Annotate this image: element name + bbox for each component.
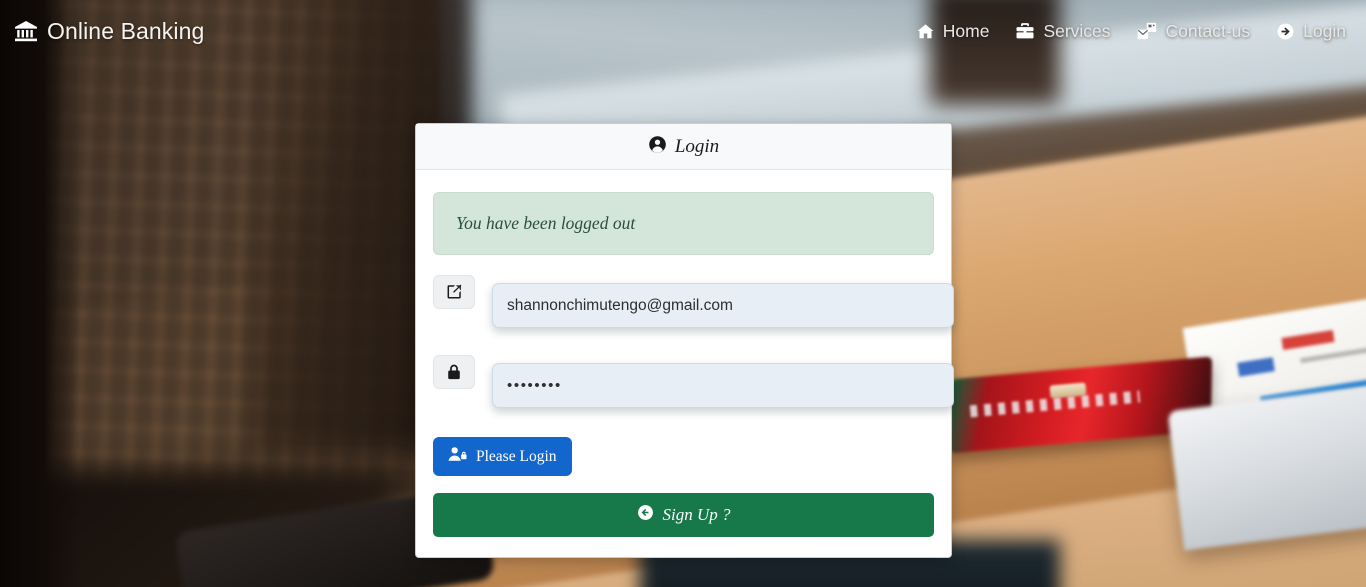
nav-item-services-label: Services bbox=[1043, 20, 1111, 41]
arrow-circle-left-icon bbox=[637, 504, 654, 526]
sign-up-button-label: Sign Up ? bbox=[662, 505, 731, 524]
nav-item-contact-us[interactable]: Contact-us bbox=[1137, 20, 1251, 42]
please-login-button-label: Please Login bbox=[476, 447, 557, 465]
toolbox-icon bbox=[1015, 21, 1035, 41]
brand-title: Online Banking bbox=[47, 17, 205, 44]
sign-up-button[interactable]: Sign Up ? bbox=[433, 493, 934, 537]
page-root: Online Banking Home Services Contact-us … bbox=[0, 0, 1366, 587]
password-input[interactable] bbox=[492, 363, 954, 408]
logout-alert-text: You have been logged out bbox=[456, 213, 636, 233]
login-card: Login You have been logged out shannonch… bbox=[415, 123, 954, 558]
please-login-button[interactable]: Please Login bbox=[433, 437, 572, 476]
brand-logo[interactable]: Online Banking bbox=[14, 18, 204, 45]
email-input[interactable] bbox=[492, 283, 954, 328]
lock-icon bbox=[433, 355, 475, 389]
fax-mail-icon bbox=[1137, 21, 1158, 41]
nav-item-home[interactable]: Home bbox=[916, 20, 990, 42]
top-navbar: Online Banking Home Services Contact-us … bbox=[0, 0, 1366, 62]
login-card-body: You have been logged out shannonchimuten… bbox=[416, 170, 954, 557]
nav-item-home-label: Home bbox=[942, 20, 990, 41]
user-circle-icon bbox=[648, 135, 667, 159]
nav-item-login[interactable]: Login bbox=[1276, 21, 1346, 42]
email-field-row bbox=[433, 275, 954, 337]
sign-in-circle-icon bbox=[1276, 22, 1295, 41]
pen-square-icon bbox=[433, 275, 475, 309]
login-card-header: Login bbox=[416, 124, 951, 170]
nav-item-services[interactable]: Services bbox=[1015, 20, 1111, 42]
login-card-title: Login bbox=[674, 135, 720, 157]
nav-item-contact-us-label: Contact-us bbox=[1165, 20, 1251, 41]
password-field-row bbox=[433, 355, 954, 417]
user-lock-icon bbox=[448, 446, 467, 467]
home-icon bbox=[916, 22, 935, 41]
logout-alert: You have been logged out bbox=[433, 192, 934, 255]
bank-icon bbox=[14, 19, 38, 43]
nav-links: Home Services Contact-us Login bbox=[916, 21, 1346, 42]
nav-item-login-label: Login bbox=[1303, 20, 1346, 41]
